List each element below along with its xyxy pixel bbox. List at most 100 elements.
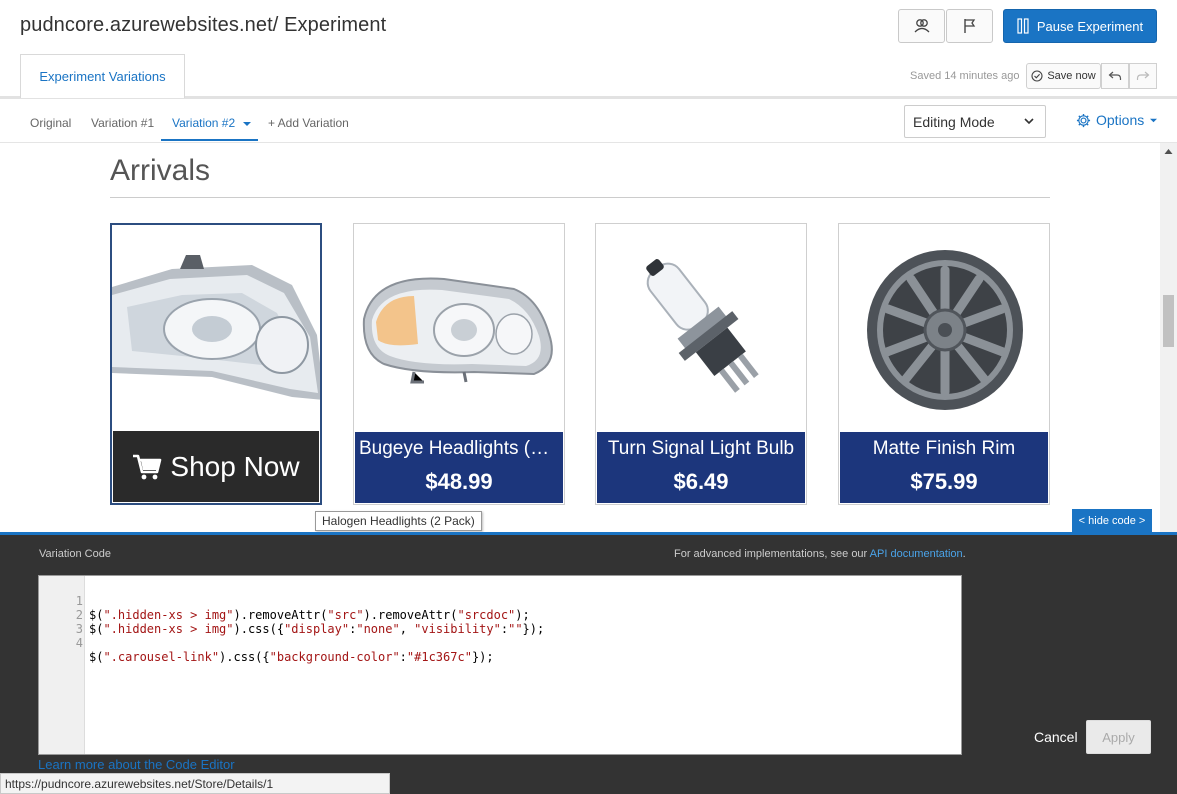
- options-button[interactable]: Options: [1076, 112, 1158, 128]
- shopping-cart-icon: [133, 454, 162, 479]
- pause-icon: [1017, 18, 1029, 34]
- product-image[interactable]: [354, 224, 564, 432]
- code-string: "src": [327, 608, 364, 622]
- code-token: $(: [89, 622, 104, 636]
- code-string: "": [508, 622, 523, 636]
- code-token: ,: [399, 622, 415, 636]
- product-name: Turn Signal Light Bulb: [607, 438, 795, 459]
- product-card-turn-signal-bulb[interactable]: Turn Signal Light Bulb $6.49: [595, 223, 807, 505]
- variation-tab-1[interactable]: Variation #1: [91, 116, 154, 130]
- code-string: ".carousel-link": [103, 650, 220, 664]
- product-card-halogen-headlights[interactable]: Shop Now: [110, 223, 322, 505]
- code-token: ).removeAttr(: [233, 608, 328, 622]
- line-number: 4: [75, 636, 83, 650]
- add-variation-button[interactable]: + Add Variation: [268, 116, 349, 130]
- product-name: Bugeye Headlights (2 ...: [359, 438, 559, 459]
- code-token: :: [500, 622, 509, 636]
- code-text: $(".hidden-xs > img").css({"display": "no…: [89, 622, 544, 636]
- product-label[interactable]: Turn Signal Light Bulb $6.49: [597, 432, 805, 503]
- product-price: $6.49: [673, 469, 729, 494]
- caret-down-icon: [1150, 118, 1158, 122]
- code-text: $(".carousel-link").css({"background-col…: [89, 650, 494, 664]
- tooltip: Halogen Headlights (2 Pack): [315, 511, 482, 531]
- product-price: $48.99: [425, 469, 493, 494]
- variation-tab-original[interactable]: Original: [30, 116, 71, 130]
- code-string: "srcdoc": [457, 608, 516, 622]
- variation-code-label: Variation Code: [39, 548, 111, 560]
- scroll-up-arrow-icon[interactable]: [1164, 148, 1173, 155]
- code-token: ).css({: [219, 650, 270, 664]
- undo-icon: [1108, 71, 1122, 80]
- code-token: $(: [89, 608, 104, 622]
- wheel-rim-image: [839, 224, 1049, 432]
- section-title: Arrivals: [110, 154, 211, 187]
- pause-experiment-label: Pause Experiment: [1036, 18, 1144, 34]
- code-line[interactable]: 2 $(".hidden-xs > img").css({"display":"…: [39, 594, 544, 636]
- options-label: Options: [1096, 112, 1145, 128]
- chevron-down-icon: [1024, 118, 1034, 125]
- code-token: });: [471, 650, 494, 664]
- bugeye-headlight-image: [354, 224, 564, 432]
- code-line[interactable]: 4 $(".carousel-link").css({"background-c…: [39, 622, 494, 664]
- product-image[interactable]: [596, 224, 806, 432]
- goals-button[interactable]: [946, 9, 993, 43]
- save-now-label: Save now: [1047, 70, 1096, 82]
- code-token: ).removeAttr(: [363, 608, 458, 622]
- code-string: ".hidden-xs > img": [103, 622, 234, 636]
- code-string: ".hidden-xs > img": [103, 608, 234, 622]
- product-image[interactable]: [112, 225, 320, 433]
- variation-tab-2-label: Variation #2: [172, 116, 236, 130]
- gear-icon: [1076, 113, 1091, 127]
- editing-mode-value: Editing Mode: [913, 113, 995, 130]
- redo-icon: [1136, 71, 1150, 80]
- code-string: "#1c367c": [406, 650, 472, 664]
- caret-down-icon: [242, 121, 251, 126]
- product-price: $75.99: [910, 469, 978, 494]
- advanced-note-suffix: .: [962, 548, 966, 560]
- editing-mode-select[interactable]: Editing Mode: [904, 105, 1046, 138]
- hide-code-button[interactable]: < hide code >: [1072, 509, 1152, 532]
- cancel-button[interactable]: Cancel: [1034, 729, 1078, 745]
- code-string: "visibility": [414, 622, 501, 636]
- code-text: $(".hidden-xs > img").removeAttr("src").…: [89, 608, 530, 622]
- advanced-note-text: For advanced implementations, see our: [674, 548, 870, 560]
- learn-more-link[interactable]: Learn more about the Code Editor: [38, 757, 235, 772]
- product-name: Matte Finish Rim: [872, 438, 1016, 459]
- page-title: pudncore.azurewebsites.net/ Experiment: [20, 14, 387, 36]
- code-line[interactable]: 3: [39, 608, 83, 636]
- browser-status-bar: https://pudncore.azurewebsites.net/Store…: [0, 773, 390, 794]
- code-token: ).css({: [233, 622, 285, 636]
- tab-experiment-variations[interactable]: Experiment Variations: [20, 54, 185, 98]
- scrollbar-thumb[interactable]: [1163, 295, 1174, 347]
- check-circle-icon: [1031, 70, 1043, 82]
- code-string: "none": [356, 622, 400, 636]
- code-string: "background-color": [269, 650, 400, 664]
- code-editor[interactable]: 1 $(".hidden-xs > img").removeAttr("src"…: [38, 575, 962, 755]
- save-now-button[interactable]: Save now: [1026, 63, 1101, 89]
- product-label[interactable]: Matte Finish Rim $75.99: [840, 432, 1048, 503]
- flag-icon: [963, 19, 975, 33]
- light-bulb-image: [596, 224, 806, 432]
- product-card-matte-finish-rim[interactable]: Matte Finish Rim $75.99: [838, 223, 1050, 505]
- variation-bar-divider: [0, 142, 1177, 143]
- product-image[interactable]: [839, 224, 1049, 432]
- redo-button[interactable]: [1129, 63, 1157, 89]
- save-status: Saved 14 minutes ago: [910, 70, 1020, 82]
- product-card-bugeye-headlights[interactable]: Bugeye Headlights (2 ... $48.99: [353, 223, 565, 505]
- active-variation-indicator: [161, 139, 258, 141]
- advanced-note: For advanced implementations, see our AP…: [674, 548, 966, 560]
- api-documentation-link[interactable]: API documentation: [870, 548, 963, 560]
- headlight-image: [112, 225, 320, 431]
- code-token: );: [515, 608, 530, 622]
- users-icon: [914, 19, 929, 33]
- pause-experiment-button[interactable]: Pause Experiment: [1003, 9, 1157, 43]
- product-label[interactable]: Bugeye Headlights (2 ... $48.99: [355, 432, 563, 503]
- section-divider: [110, 197, 1050, 198]
- code-string: "display": [284, 622, 350, 636]
- audience-button[interactable]: [898, 9, 945, 43]
- shop-now-button[interactable]: Shop Now: [113, 431, 319, 502]
- code-line[interactable]: 1 $(".hidden-xs > img").removeAttr("src"…: [39, 580, 530, 622]
- apply-button[interactable]: Apply: [1086, 720, 1151, 754]
- undo-button[interactable]: [1101, 63, 1129, 89]
- variation-tab-2[interactable]: Variation #2: [172, 116, 252, 130]
